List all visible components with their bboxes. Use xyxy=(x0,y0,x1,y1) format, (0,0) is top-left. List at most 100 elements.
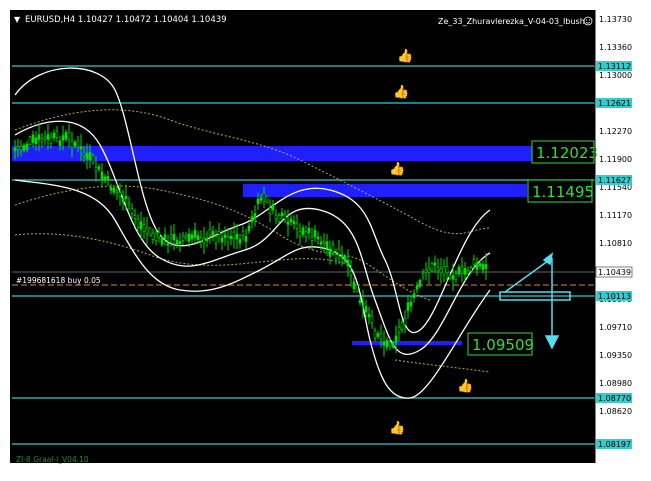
candle-body xyxy=(46,134,50,140)
zone-top[interactable] xyxy=(12,146,595,161)
candle-body xyxy=(373,330,377,339)
candle-body xyxy=(322,241,326,244)
candle-body xyxy=(49,136,53,144)
thumb-up-icon: 👍 xyxy=(389,161,405,177)
candle-body xyxy=(325,241,329,249)
candle-body xyxy=(103,176,107,181)
candle-body xyxy=(25,143,29,150)
candle-body xyxy=(109,187,113,191)
candle-body xyxy=(13,147,17,152)
candle-body xyxy=(457,266,461,275)
candle-body xyxy=(37,134,41,140)
candle-body xyxy=(19,146,23,151)
candle-body xyxy=(73,141,77,147)
axis-tick: 1.08980 xyxy=(599,379,632,388)
zone-label-mid-text: 1.11495 xyxy=(532,183,594,201)
candle-body xyxy=(169,234,173,239)
candle-body xyxy=(406,302,410,312)
footer-indicator: ZI-8 Graal-I_V04.10 xyxy=(16,455,89,464)
candle-body xyxy=(460,266,464,274)
axis-tick: 1.10810 xyxy=(599,239,632,248)
candle-body xyxy=(424,269,428,273)
axis-tick: 1.11170 xyxy=(599,211,632,220)
candle-body xyxy=(340,254,344,258)
candle-body xyxy=(43,136,47,140)
candle-body xyxy=(292,220,296,225)
candle-body xyxy=(142,224,146,232)
trading-chart-window[interactable]: 1.12023 1.11495 1.09509 👍 👍 👍 👍 👍 ▼ EURU… xyxy=(0,0,651,477)
candle-body xyxy=(133,215,137,219)
thumb-up-icon: 👍 xyxy=(397,48,413,64)
candle-body xyxy=(361,302,365,306)
candle-body xyxy=(367,313,371,318)
candle-body xyxy=(220,237,224,243)
candle-body xyxy=(313,229,317,238)
zone-mid[interactable] xyxy=(243,184,527,197)
candle-body xyxy=(307,228,311,234)
zone-label-top[interactable]: 1.12023 xyxy=(531,140,598,164)
current-price-tag: 1.10439 xyxy=(598,268,631,277)
candle-body xyxy=(157,232,161,238)
order-label: #199681618 buy 0.05 xyxy=(16,276,101,285)
candle-body xyxy=(298,231,302,237)
axis-tick: 1.09350 xyxy=(599,351,632,360)
zone-label-low-text: 1.09509 xyxy=(472,336,534,354)
candle-body xyxy=(16,146,20,150)
candle-body xyxy=(427,267,431,273)
candle-body xyxy=(346,259,350,267)
candle-body xyxy=(352,281,356,290)
candle-body xyxy=(259,197,263,201)
price-tag: 1.08770 xyxy=(598,394,631,403)
symbol-ohlc: EURUSD,H4 1.10427 1.10472 1.10404 1.1043… xyxy=(25,15,227,25)
candle-body xyxy=(304,231,308,237)
candle-body xyxy=(391,342,395,348)
candle-body xyxy=(451,275,455,280)
candle-body xyxy=(349,271,353,276)
candle-body xyxy=(85,153,89,160)
candle-body xyxy=(337,248,341,255)
candle-body xyxy=(385,340,389,348)
candle-body xyxy=(478,263,482,267)
candle-body xyxy=(250,216,254,223)
candle-body xyxy=(79,146,83,150)
candle-body xyxy=(268,207,272,214)
candle-body xyxy=(280,212,284,217)
candle-body xyxy=(262,193,266,202)
candle-body xyxy=(163,234,167,239)
zone-label-mid[interactable]: 1.11495 xyxy=(527,179,594,203)
candle-body xyxy=(97,166,101,170)
candle-body xyxy=(31,134,35,144)
candle-body xyxy=(181,235,185,241)
candle-body xyxy=(175,239,179,245)
candle-body xyxy=(274,214,278,220)
candle-body xyxy=(67,131,71,140)
candle-body xyxy=(448,274,452,279)
candle-body xyxy=(466,270,470,274)
axis-tick: 1.13730 xyxy=(599,15,632,24)
candle-body xyxy=(187,233,191,242)
candle-body xyxy=(76,140,80,148)
candle-body xyxy=(328,248,332,257)
candle-body xyxy=(82,152,86,156)
axis-tick: 1.09710 xyxy=(599,323,632,332)
zone-low[interactable] xyxy=(352,341,462,345)
candle-body xyxy=(121,198,125,203)
candle-body xyxy=(235,233,239,240)
candle-body xyxy=(295,223,299,230)
candle-body xyxy=(211,231,215,236)
candle-body xyxy=(127,202,131,205)
candle-body xyxy=(433,262,437,266)
candle-body xyxy=(130,208,134,214)
candle-body xyxy=(241,230,245,236)
candle-body xyxy=(379,333,383,340)
axis-tick: 1.12270 xyxy=(599,127,632,136)
zone-label-low[interactable]: 1.09509 xyxy=(467,332,534,356)
price-tag: 1.12621 xyxy=(598,99,631,108)
candle-body xyxy=(22,144,26,151)
candle-body xyxy=(247,225,251,232)
candle-body xyxy=(331,244,335,253)
candle-body xyxy=(148,227,152,237)
collapse-icon[interactable]: ▼ xyxy=(14,15,21,24)
candle-body xyxy=(70,140,74,149)
candle-body xyxy=(439,268,443,274)
